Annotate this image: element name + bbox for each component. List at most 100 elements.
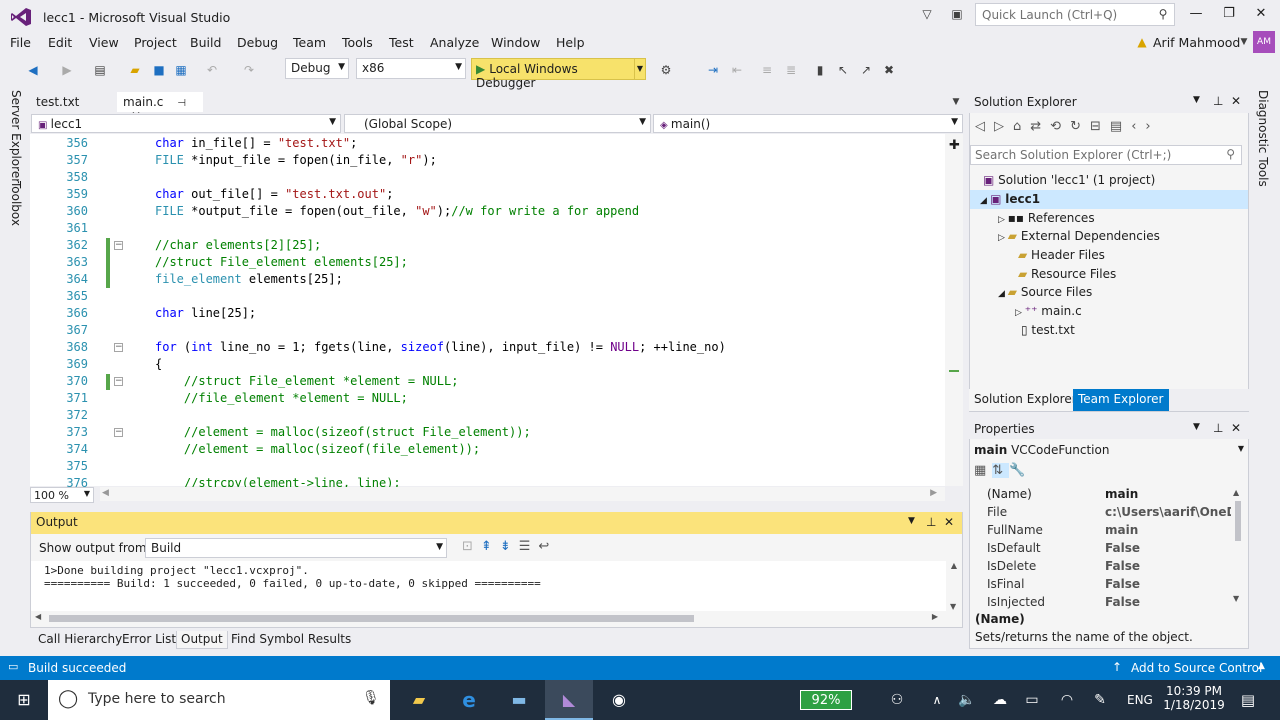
editor-horizontal-scrollbar[interactable]: ◀ ▶: [100, 487, 945, 501]
collapse-all-icon[interactable]: ⊟: [1090, 119, 1110, 134]
categorized-icon[interactable]: ▦: [974, 463, 992, 478]
volume-icon[interactable]: 🔈: [955, 688, 979, 712]
property-value[interactable]: c:\Users\aarif\OneDri: [1105, 505, 1231, 519]
tab-main-c[interactable]: main.c ⊣ ✕: [117, 92, 203, 123]
action-center-icon[interactable]: ▤: [1236, 688, 1260, 712]
maximize-button[interactable]: ❐: [1218, 6, 1240, 24]
code-line[interactable]: file_element elements[25];: [155, 272, 343, 286]
property-name[interactable]: FullName: [987, 523, 1043, 537]
close-icon[interactable]: ✕: [1231, 94, 1241, 108]
onedrive-icon[interactable]: ☁: [988, 688, 1012, 712]
battery-icon[interactable]: ▭: [1020, 688, 1044, 712]
chevron-up-icon[interactable]: ∧: [925, 688, 949, 712]
menu-build[interactable]: Build: [190, 35, 221, 50]
property-value[interactable]: False: [1105, 559, 1231, 573]
local-windows-debugger-button[interactable]: ▶ Local Windows Debugger: [471, 58, 635, 90]
code-line[interactable]: FILE *input_file = fopen(in_file, "r");: [155, 153, 437, 167]
code-line[interactable]: //file_element *element = NULL;: [155, 391, 408, 405]
menu-debug[interactable]: Debug: [237, 35, 278, 50]
zoom-dropdown[interactable]: 100 % ▼: [30, 487, 94, 503]
bookmark-prev-icon[interactable]: ↖: [834, 61, 852, 79]
open-file-icon[interactable]: ▰: [126, 61, 144, 79]
collapse-icon[interactable]: −: [114, 241, 123, 250]
scroll-down-icon[interactable]: ▼: [950, 602, 956, 611]
property-name[interactable]: IsFinal: [987, 577, 1024, 591]
run-dropdown-chevron-icon[interactable]: ▼: [634, 58, 646, 80]
tree-item-references[interactable]: ▷ ▪▪ References: [998, 211, 1095, 225]
taskbar-search-input[interactable]: ◯ Type here to search 🎙: [48, 680, 390, 720]
wifi-icon[interactable]: ◠: [1055, 688, 1079, 712]
bookmark-next-icon[interactable]: ↗: [857, 61, 875, 79]
menu-tools[interactable]: Tools: [342, 35, 373, 50]
windows-start-icon[interactable]: ⊞: [12, 688, 36, 712]
scroll-down-icon[interactable]: ▼: [1233, 594, 1239, 603]
people-icon[interactable]: ⚇: [885, 688, 909, 712]
code-line[interactable]: {: [155, 357, 162, 371]
code-line[interactable]: //struct File_element *element = NULL;: [155, 374, 459, 388]
chevron-down-icon[interactable]: ▼: [1193, 95, 1200, 105]
sync-icon[interactable]: ⇄: [1030, 119, 1050, 134]
tab-test-txt[interactable]: test.txt: [30, 92, 85, 112]
property-name[interactable]: File: [987, 505, 1007, 519]
collapse-icon[interactable]: −: [114, 377, 123, 386]
scroll-thumb[interactable]: [49, 615, 694, 622]
menu-window[interactable]: Window: [491, 35, 540, 50]
redo-icon[interactable]: ↷: [240, 61, 258, 79]
solution-explorer-search-input[interactable]: Search Solution Explorer (Ctrl+;) ⚲: [970, 145, 1242, 165]
close-icon[interactable]: ✕: [1231, 421, 1241, 435]
menu-analyze[interactable]: Analyze: [430, 35, 479, 50]
word-wrap-icon[interactable]: ↩: [538, 539, 557, 554]
properties-object-selector[interactable]: main VCCodeFunction ▼: [970, 441, 1248, 460]
battery-indicator[interactable]: 92%: [800, 690, 852, 710]
properties-toolbar[interactable]: ▦⇅🔧: [974, 463, 1031, 478]
go-next-message-icon[interactable]: ⇟: [500, 539, 519, 554]
collapsed-icon[interactable]: ▷: [1015, 308, 1025, 318]
edge-icon[interactable]: e: [457, 688, 481, 712]
pin-icon[interactable]: ⊥: [1213, 421, 1223, 435]
go-prev-message-icon[interactable]: ⇞: [481, 539, 500, 554]
code-line[interactable]: //element = malloc(sizeof(file_element))…: [155, 442, 480, 456]
property-value[interactable]: False: [1105, 541, 1231, 555]
scroll-up-icon[interactable]: ▲: [947, 561, 961, 570]
tree-item-main-c[interactable]: ▷ ⁺⁺ main.c: [1015, 304, 1082, 318]
avatar[interactable]: AM: [1253, 31, 1275, 53]
taskbar-visual-studio-button[interactable]: ◣: [545, 680, 593, 720]
diagnostic-tools-tab[interactable]: Diagnostic Tools: [1256, 90, 1270, 187]
property-name[interactable]: IsDelete: [987, 559, 1036, 573]
pending-changes-icon[interactable]: ⟲: [1050, 119, 1070, 134]
quick-launch-input[interactable]: Quick Launch (Ctrl+Q) ⚲: [975, 3, 1175, 26]
browser-link-icon[interactable]: ⚙: [657, 61, 675, 79]
language-indicator[interactable]: ENG: [1127, 693, 1153, 707]
show-all-icon[interactable]: ▤: [1110, 119, 1131, 134]
file-explorer-icon[interactable]: ▰: [407, 688, 431, 712]
server-explorer-tab[interactable]: Server Explorer: [9, 90, 23, 183]
tab-call-hierarchy[interactable]: Call Hierarchy: [34, 631, 126, 649]
menu-test[interactable]: Test: [389, 35, 414, 50]
editor-vertical-scrollbar[interactable]: ✚: [945, 134, 963, 486]
tab-find-symbol-results[interactable]: Find Symbol Results: [227, 631, 355, 649]
back-icon[interactable]: ◀: [24, 61, 42, 79]
step-over-icon[interactable]: ⇤: [728, 61, 746, 79]
save-all-icon[interactable]: ▦: [172, 61, 190, 79]
collapse-icon[interactable]: −: [114, 428, 123, 437]
chevron-down-icon[interactable]: ▼: [908, 516, 915, 526]
tree-item-project[interactable]: ◢ ▣ lecc1: [980, 192, 1040, 206]
tree-item-header-files[interactable]: ▰ Header Files: [1018, 248, 1105, 262]
scroll-left-icon[interactable]: ◀: [35, 612, 41, 621]
tree-item-test-txt[interactable]: ▯ test.txt: [1021, 323, 1075, 337]
output-toolbar[interactable]: ⊡⇞⇟☰↩: [462, 539, 557, 554]
pen-icon[interactable]: ✎: [1088, 688, 1112, 712]
output-horizontal-scrollbar[interactable]: ◀ ▶: [31, 612, 946, 625]
menu-help[interactable]: Help: [556, 35, 585, 50]
minimize-button[interactable]: —: [1185, 6, 1207, 24]
clear-bookmarks-icon[interactable]: ✖: [880, 61, 898, 79]
code-line[interactable]: char line[25];: [155, 306, 256, 320]
uncomment-icon[interactable]: ≣: [782, 61, 800, 79]
chevron-down-icon[interactable]: ▼: [1235, 33, 1253, 51]
tree-item-external-dependencies[interactable]: ▷ ▰ External Dependencies: [998, 229, 1160, 243]
menu-file[interactable]: File: [10, 35, 31, 50]
close-icon[interactable]: ✕: [944, 515, 954, 529]
code-line[interactable]: for (int line_no = 1; fgets(line, sizeof…: [155, 340, 726, 354]
configuration-dropdown[interactable]: Debug ▼: [285, 58, 349, 79]
refresh-icon[interactable]: ↻: [1070, 119, 1090, 134]
